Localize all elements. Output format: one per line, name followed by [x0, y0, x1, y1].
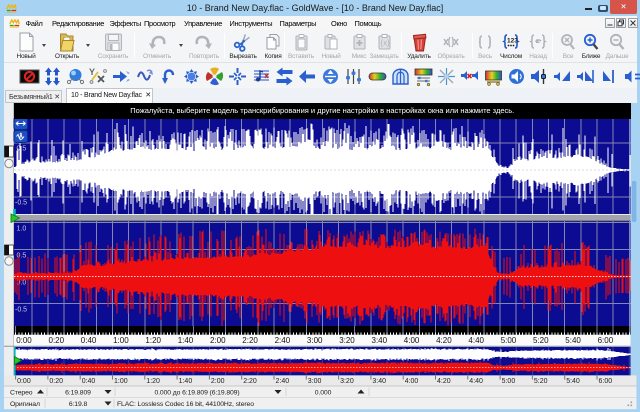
svg-text:3:00: 3:00 [307, 336, 323, 345]
svg-text:0:00: 0:00 [17, 378, 31, 385]
svg-text:3:40: 3:40 [372, 378, 386, 385]
svg-text:4:00: 4:00 [405, 378, 419, 385]
svg-text:0:20: 0:20 [49, 378, 63, 385]
svg-text:1:20: 1:20 [145, 336, 161, 345]
svg-text:1:40: 1:40 [178, 336, 194, 345]
svg-text:0.5: 0.5 [17, 253, 27, 260]
svg-text:Стерео: Стерео [10, 389, 33, 396]
svg-text:3:20: 3:20 [340, 378, 354, 385]
svg-text:5:00: 5:00 [501, 336, 517, 345]
svg-text:2:40: 2:40 [276, 378, 290, 385]
svg-text:0:00: 0:00 [16, 336, 32, 345]
svg-text:5:40: 5:40 [566, 378, 580, 385]
svg-text:4:20: 4:20 [436, 336, 452, 345]
svg-text:5:40: 5:40 [565, 336, 581, 345]
svg-text:-0.5: -0.5 [15, 200, 27, 207]
svg-text:FLAC: Lossless Codec 16 bit, 4: FLAC: Lossless Codec 16 bit, 44100Hz, st… [117, 401, 254, 408]
svg-text:6:00: 6:00 [598, 336, 614, 345]
svg-text:3:20: 3:20 [339, 336, 355, 345]
svg-text:1:20: 1:20 [146, 378, 160, 385]
svg-text:2:00: 2:00 [211, 378, 225, 385]
svg-text:3:00: 3:00 [308, 378, 322, 385]
svg-text:6:00: 6:00 [599, 378, 613, 385]
svg-text:2:20: 2:20 [242, 336, 258, 345]
svg-text:2:00: 2:00 [210, 336, 226, 345]
svg-text:2:40: 2:40 [275, 336, 291, 345]
svg-text:3:40: 3:40 [372, 336, 388, 345]
svg-text:5:20: 5:20 [533, 336, 549, 345]
svg-text:Оригинал: Оригинал [10, 401, 40, 408]
svg-text:1:00: 1:00 [114, 378, 128, 385]
svg-text:-0.5: -0.5 [15, 307, 27, 314]
svg-text:4:00: 4:00 [404, 336, 420, 345]
svg-text:0.000: 0.000 [315, 389, 332, 396]
svg-text:5:20: 5:20 [534, 378, 548, 385]
svg-text:123: 123 [507, 38, 518, 45]
svg-text:0:40: 0:40 [82, 378, 96, 385]
svg-text:1.0: 1.0 [17, 226, 27, 233]
svg-text:0:40: 0:40 [81, 336, 97, 345]
svg-text:6:19.809: 6:19.809 [65, 389, 91, 396]
svg-text:1:00: 1:00 [113, 336, 129, 345]
svg-text:Y: Y [89, 67, 95, 77]
svg-text:4:20: 4:20 [437, 378, 451, 385]
svg-text:0.000 до 6:19.809 (6:19.809): 0.000 до 6:19.809 (6:19.809) [154, 389, 239, 396]
svg-text:1:40: 1:40 [179, 378, 193, 385]
svg-text:5:00: 5:00 [502, 378, 516, 385]
svg-text:2:20: 2:20 [243, 378, 257, 385]
svg-text:4:40: 4:40 [468, 336, 484, 345]
svg-text:{x}: {x} [380, 39, 390, 48]
svg-text:4:40: 4:40 [469, 378, 483, 385]
svg-text:0:20: 0:20 [49, 336, 65, 345]
svg-text:6:19.8: 6:19.8 [69, 401, 88, 408]
